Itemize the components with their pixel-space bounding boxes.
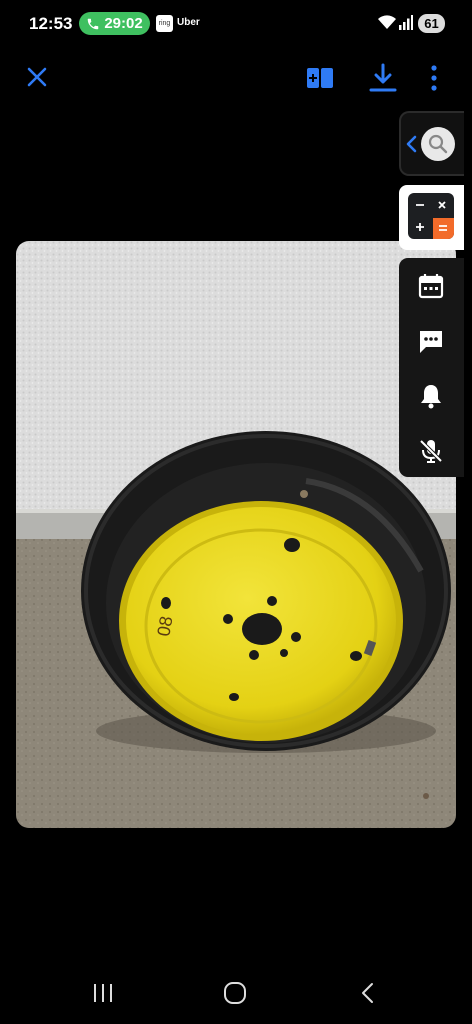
edge-app-panel [399, 185, 464, 250]
ongoing-call-pill[interactable]: 29:02 [79, 12, 150, 35]
wifi-icon [378, 15, 396, 29]
recents-button[interactable] [88, 978, 118, 1008]
ring-app-icon: ring [156, 15, 173, 32]
mic-off-icon[interactable] [416, 436, 446, 466]
status-bar: 12:53 29:02 ring Uber 61 [0, 0, 472, 48]
edge-panel-handle[interactable] [399, 111, 464, 176]
calculator-icon[interactable] [408, 193, 454, 239]
search-icon[interactable] [421, 127, 455, 161]
more-options-button[interactable] [424, 62, 444, 94]
chevron-left-icon [406, 135, 417, 153]
signal-icon [399, 15, 413, 30]
download-button[interactable] [368, 60, 398, 94]
close-icon [27, 67, 47, 87]
battery-indicator: 61 [418, 14, 445, 33]
recents-icon [94, 984, 112, 1002]
add-to-album-button[interactable] [304, 62, 336, 94]
phone-icon [88, 18, 99, 29]
uber-app-label: Uber [177, 17, 200, 28]
close-button[interactable] [22, 62, 52, 92]
back-icon [362, 983, 373, 1003]
call-duration: 29:02 [104, 15, 143, 32]
message-icon[interactable] [416, 326, 446, 356]
more-vertical-icon [431, 65, 437, 91]
status-time: 12:53 [29, 14, 73, 33]
add-to-gallery-icon [307, 68, 333, 88]
edge-tools-panel [399, 258, 464, 477]
download-icon [369, 63, 397, 92]
photo-viewer-image[interactable]: 08 [16, 241, 456, 828]
calendar-icon[interactable] [416, 271, 446, 301]
tire-photo: 08 [16, 241, 456, 828]
rim-marking: 08 [153, 615, 176, 638]
home-icon [224, 982, 246, 1004]
home-button[interactable] [220, 978, 250, 1008]
bell-icon[interactable] [416, 381, 446, 411]
back-button[interactable] [353, 978, 383, 1008]
